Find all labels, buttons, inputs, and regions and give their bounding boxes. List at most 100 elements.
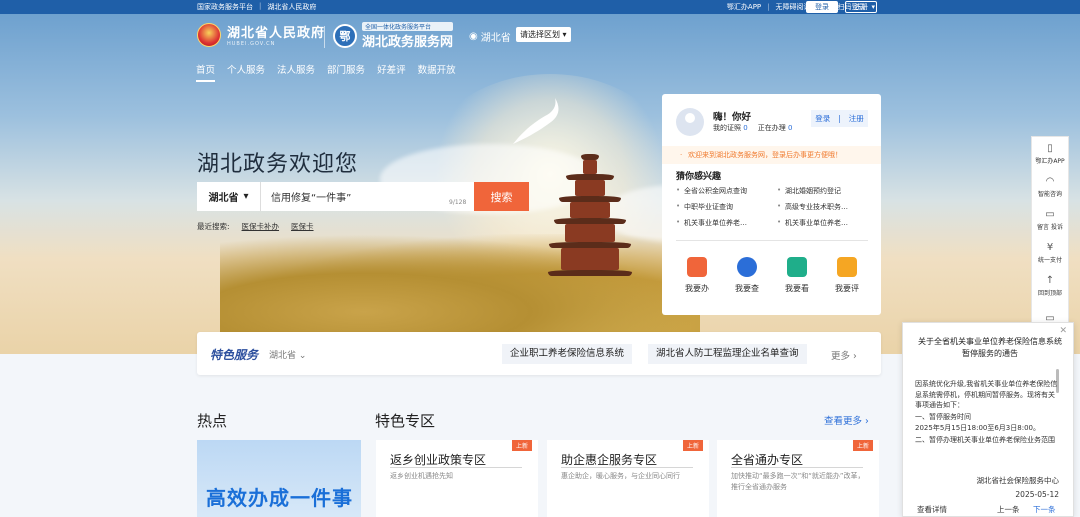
guess-item[interactable]: 全省公积金网点查询: [676, 186, 769, 196]
zone-card[interactable]: 上新 返乡创业政策专区 返乡创业机遇抢先知: [376, 440, 538, 517]
guess-item[interactable]: 机关事业单位养老…: [777, 218, 870, 228]
link-provincial-gov[interactable]: 湖北省人民政府: [267, 2, 316, 12]
notice-detail-link[interactable]: 查看详情: [917, 504, 947, 515]
notice-paragraph: 一、暂停服务时间: [915, 412, 971, 421]
gov-domain: HUBEI.GOV.CN: [227, 41, 276, 47]
guess-item[interactable]: 高级专业技术职务…: [777, 202, 870, 212]
close-icon[interactable]: ✕: [1059, 326, 1067, 336]
side-feedback[interactable]: ▭ 留言 投诉: [1032, 203, 1068, 236]
separator: |: [259, 2, 262, 10]
card-register-button[interactable]: 注册: [849, 113, 864, 124]
nav-rating[interactable]: 好差评: [377, 62, 406, 76]
zone-card[interactable]: 上新 全省通办专区 加快推动“最多跑一次”和“就近能办”改革，推行全省通办服务: [717, 440, 879, 517]
nav-corporate[interactable]: 法人服务: [277, 62, 315, 76]
separator: |: [838, 114, 841, 123]
hero-banner: [0, 14, 1080, 354]
nav-personal[interactable]: 个人服务: [227, 62, 265, 76]
gov-brand[interactable]: 湖北省人民政府 HUBEI.GOV.CN: [197, 22, 325, 47]
action-rate[interactable]: 我要评: [826, 257, 868, 294]
doing-label: 正在办理: [757, 124, 786, 132]
notice-popup: ✕ 关于全省机关事业单位养老保险信息系统暂停服务的通告 因系统优化升级,我省机关…: [902, 322, 1074, 517]
nav-open-data[interactable]: 数据开放: [418, 62, 456, 76]
in-progress[interactable]: 正在办理 0: [758, 123, 793, 133]
platform-logo-icon: 鄂: [333, 24, 357, 48]
top-login-button[interactable]: 登录: [806, 1, 838, 13]
zone-card-title: 返乡创业政策专区: [390, 453, 487, 467]
card-login-button[interactable]: 登录: [815, 113, 830, 124]
side-top[interactable]: ↑ 回到顶部: [1032, 269, 1068, 302]
notice-next-button[interactable]: 下一条: [1033, 504, 1056, 515]
user-card: 嗨！你好 我的证照 0 正在办理 0 登录 | 注册 欢迎来到湖北政务服务网，登…: [662, 94, 881, 315]
guess-item[interactable]: 机关事业单位养老…: [676, 218, 769, 228]
action-label: 我要评: [835, 284, 859, 293]
top-strip: 国家政务服务平台 | 湖北省人民政府 鄂汇办APP | 无障碍阅读 | ▦ 扫码…: [0, 0, 1080, 14]
zone-underline: [561, 467, 693, 468]
side-label: 统一支付: [1037, 256, 1062, 264]
link-app[interactable]: 鄂汇办APP: [727, 2, 761, 12]
current-region: ◉ 湖北省: [469, 29, 511, 44]
zone-card[interactable]: 上新 助企惠企服务专区 惠企助企，暖心服务，与企业同心同行: [547, 440, 709, 517]
side-pay[interactable]: ¥ 统一支付: [1032, 236, 1068, 269]
featured-more[interactable]: 更多 ›: [831, 348, 857, 362]
notice-paragraph: 二、暂停办理机关事业单位养老保险业务范围: [915, 435, 1055, 444]
recent-item[interactable]: 医保卡: [291, 221, 314, 232]
national-emblem-icon: [197, 22, 221, 47]
recent-item[interactable]: 医保卡补办: [242, 221, 280, 232]
link-national-platform[interactable]: 国家政务服务平台: [197, 2, 253, 12]
region-select[interactable]: 请选择区划 ▾: [516, 27, 571, 42]
nav-department[interactable]: 部门服务: [327, 62, 365, 76]
guess-item[interactable]: 中职毕业证查询: [676, 202, 769, 212]
card-auth-buttons: 登录 | 注册: [811, 110, 868, 127]
greeting: 嗨！你好: [713, 112, 752, 123]
guess-title: 猜你感兴趣: [676, 172, 722, 182]
side-label: 留言 投诉: [1037, 223, 1063, 231]
nav-home[interactable]: 首页: [196, 62, 216, 82]
action-label: 我要看: [785, 284, 809, 293]
arrow-up-icon: ↑: [1045, 274, 1055, 286]
new-badge: 上新: [852, 440, 873, 451]
see-more-label: 查看更多: [824, 416, 863, 427]
chevron-down-icon: ⌄: [298, 351, 307, 361]
search-region-select[interactable]: 湖北省 ▾: [197, 182, 261, 211]
chevron-right-icon: ›: [853, 351, 857, 362]
action-query[interactable]: 我要查: [726, 257, 768, 294]
platform-brand[interactable]: 鄂 全国一体化政务服务平台 湖北政务服务网: [333, 22, 454, 50]
my-certs[interactable]: 我的证照 0: [713, 123, 748, 133]
crane-icon: [513, 98, 559, 144]
action-view[interactable]: 我要看: [776, 257, 818, 294]
zone-see-more[interactable]: 查看更多 ›: [824, 413, 869, 427]
featured-item[interactable]: 企业职工养老保险信息系统: [502, 344, 633, 364]
zone-card-title: 助企惠企服务专区: [561, 453, 658, 467]
recent-searches: 最近搜索: 医保卡补办 医保卡: [197, 221, 314, 232]
action-apply[interactable]: 我要办: [676, 257, 718, 294]
action-label: 我要办: [685, 284, 709, 293]
welcome-notice: 欢迎来到湖北政务服务网，登录后办事更方便哦！: [662, 146, 881, 164]
zone-title: 特色专区: [375, 412, 436, 430]
featured-title: 特色服务: [210, 348, 259, 362]
view-icon: [787, 257, 807, 277]
notice-date: 2025-05-12: [1015, 490, 1059, 499]
side-app[interactable]: ▯ 鄂汇办APP: [1032, 137, 1068, 170]
caret-down-icon: ▾: [562, 30, 567, 39]
side-consult[interactable]: ◠ 智能咨询: [1032, 170, 1068, 203]
featured-item[interactable]: 湖北省人防工程监理企业名单查询: [648, 344, 807, 364]
notice-paragraph: 因系统优化升级,我省机关事业单位养老保险信息系统需停机，停机期间暂停服务。现将有…: [915, 380, 1058, 409]
doing-count: 0: [787, 124, 793, 132]
quick-actions: 我要办 我要查 我要看 我要评: [676, 257, 868, 294]
notice-prev-button[interactable]: 上一条: [997, 504, 1020, 515]
featured-region[interactable]: 湖北省 ⌄: [269, 348, 306, 361]
hot-banner[interactable]: 高效办成一件事: [197, 440, 361, 517]
side-label: 鄂汇办APP: [1035, 157, 1065, 165]
hot-title: 热点: [197, 412, 228, 430]
main-nav: 首页 个人服务 法人服务 部门服务 好差评 数据开放: [196, 62, 456, 82]
side-label: 智能咨询: [1037, 190, 1062, 198]
welcome-title: 湖北政务欢迎您: [197, 152, 359, 177]
guess-item[interactable]: 湖北婚姻预约登记: [777, 186, 870, 196]
search-button[interactable]: 搜索: [474, 182, 529, 211]
region-select-label: 请选择区划: [520, 30, 560, 39]
search-icon: [737, 257, 757, 277]
top-register-button[interactable]: 注册: [845, 1, 877, 13]
zone-card-title: 全省通办专区: [731, 453, 804, 467]
guess-list: 全省公积金网点查询 湖北婚姻预约登记 中职毕业证查询 高级专业技术职务… 机关事…: [676, 186, 870, 228]
hot-banner-text: 高效办成一件事: [206, 486, 353, 510]
